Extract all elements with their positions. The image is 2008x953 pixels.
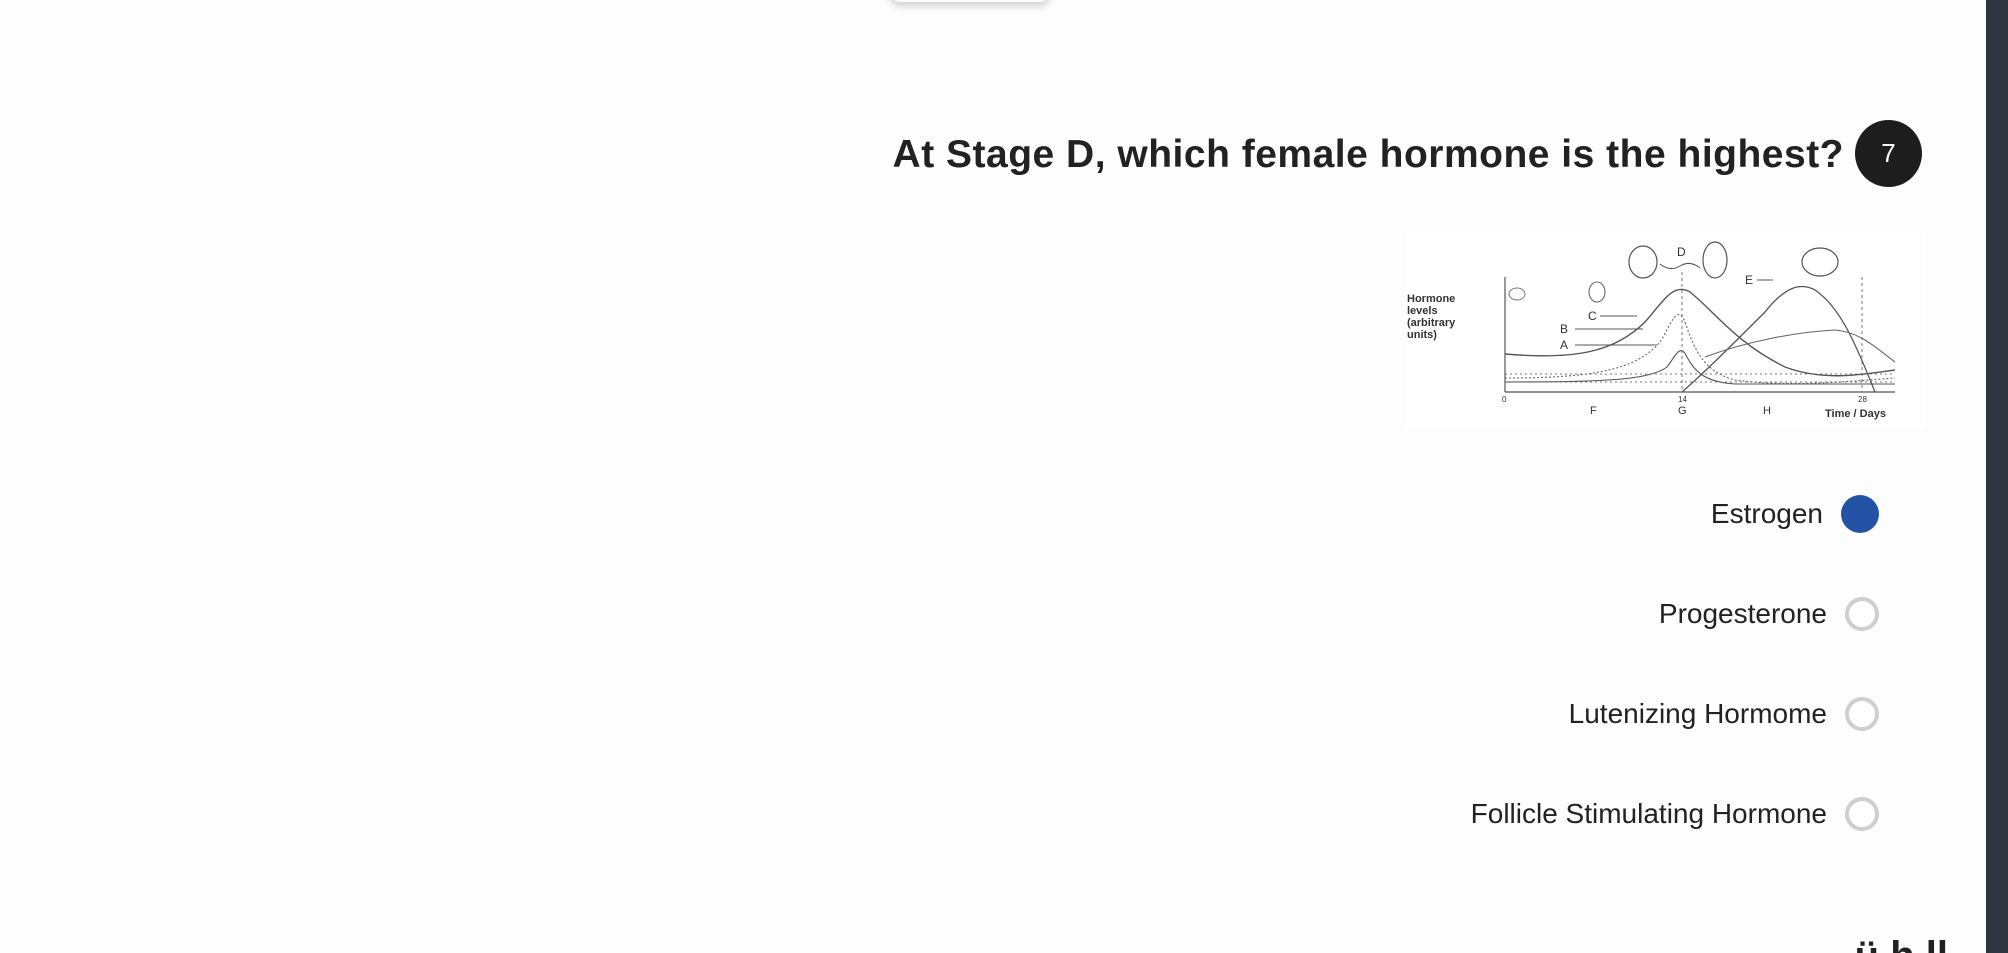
figure-corpus-luteum — [1801, 247, 1839, 277]
figure-follicle-1 — [1508, 287, 1526, 301]
figure-y-label-line-1: Hormone — [1407, 293, 1455, 305]
figure-x-tick-28: 28 — [1858, 395, 1867, 404]
figure-phase-h: H — [1763, 405, 1771, 417]
figure-x-tick-14: 14 — [1678, 395, 1687, 404]
figure-label-d: D — [1677, 245, 1686, 259]
figure-x-tick-0: 0 — [1502, 395, 1507, 404]
scrollbar-rail[interactable] — [1986, 0, 2008, 953]
radio-unselected[interactable] — [1845, 597, 1879, 631]
hormone-cycle-diagram: Hormone levels (arbitrary units) C B A D… — [1407, 241, 1896, 420]
option-progesterone[interactable]: Progesterone — [1659, 594, 1879, 634]
figure-y-label-line-2: levels — [1407, 305, 1438, 317]
figure-phase-g: G — [1678, 405, 1687, 417]
figure-y-label-line-4: units) — [1407, 329, 1437, 341]
option-estrogen[interactable]: Estrogen — [1711, 494, 1879, 534]
figure-label-d-brace — [1659, 262, 1701, 270]
figure-phase-f: F — [1590, 405, 1597, 417]
figure-follicle-3 — [1628, 245, 1658, 279]
radio-unselected[interactable] — [1845, 697, 1879, 731]
figure-label-e: E — [1745, 273, 1753, 287]
option-label: Follicle Stimulating Hormone — [1470, 798, 1827, 829]
question-number-badge: 7 — [1855, 120, 1922, 187]
figure-follicle-2 — [1588, 281, 1606, 303]
option-label: Lutenizing Hormome — [1568, 698, 1827, 729]
previous-card-edge — [890, 0, 1050, 2]
figure-label-b: B — [1560, 322, 1568, 336]
option-label: Estrogen — [1710, 498, 1823, 529]
radio-selected[interactable] — [1841, 495, 1879, 533]
next-question-title-fragment: ü h ll — [1855, 934, 1948, 953]
option-follicle-stimulating-hormone[interactable]: Follicle Stimulating Hormone — [1471, 794, 1879, 834]
figure-curve-e-2 — [1704, 329, 1896, 363]
quiz-page: At Stage D, which female hormone is the … — [0, 0, 2008, 953]
option-lutenizing-hormone[interactable]: Lutenizing Hormome — [1569, 694, 1879, 734]
figure-follicle-4 — [1702, 241, 1728, 279]
hormone-cycle-figure: Hormone levels (arbitrary units) C B A D… — [1405, 232, 1925, 427]
radio-unselected[interactable] — [1845, 797, 1879, 831]
figure-label-c: C — [1588, 309, 1597, 323]
question-title: At Stage D, which female hormone is the … — [892, 133, 1844, 176]
figure-y-label-line-3: (arbitrary — [1407, 317, 1456, 329]
figure-x-axis-label: Time / Days — [1825, 408, 1886, 420]
option-label: Progesterone — [1658, 598, 1827, 629]
figure-label-a: A — [1560, 338, 1568, 352]
